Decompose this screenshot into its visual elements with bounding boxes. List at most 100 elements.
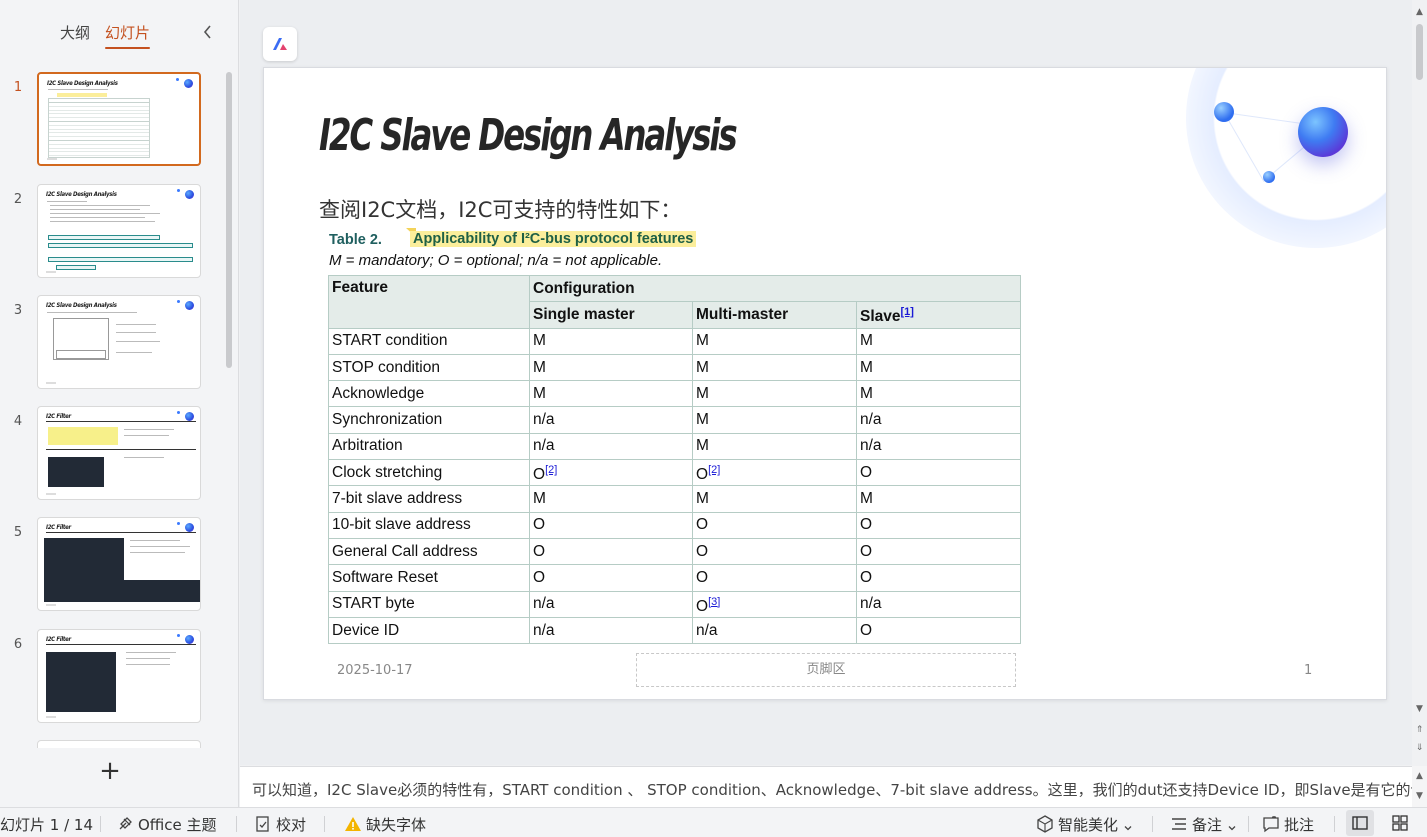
multi-master-cell-value: M [696,490,709,508]
slide-subtitle[interactable]: 查阅I2C文档，I2C可支持的特性如下： [319,194,681,224]
decor-ball-icon [184,79,193,88]
thumb-timing-bar [48,257,193,262]
slide-thumbnail-4[interactable]: 4 I2C Filter [0,406,224,500]
slave-cell: M [856,353,1021,382]
thumbnail-preview[interactable]: I2C Filter [37,517,201,611]
comments-label: 批注 [1284,816,1315,834]
theme-button[interactable]: Office 主题 [116,814,217,835]
panel-scrollbar[interactable] [226,72,232,368]
notes-scrollbar[interactable]: ▲ ▼ [1412,766,1427,807]
notes-text[interactable]: 可以知道，I2C Slave必须的特性有，START condition 、 S… [252,779,1412,801]
footnote-link[interactable]: [2] [708,464,720,476]
decor-ball-icon [185,301,194,310]
thumb-footer [46,716,56,718]
vertical-scrollbar[interactable]: ▲ ▼ ⇑ ⇓ [1412,0,1427,765]
prev-slide-icon[interactable]: ⇑ [1415,726,1424,735]
feature-cell: START byte [328,590,530,618]
slide-page-number[interactable]: 1 [1304,663,1312,678]
divider [100,816,101,832]
thumbnail-preview[interactable] [37,740,201,748]
missing-fonts-button[interactable]: 缺失字体 [344,814,426,835]
slide-number: 5 [13,525,23,540]
multi-master-cell-value: M [696,332,709,350]
decor-ball-icon [185,412,194,421]
slide-thumbnail-2[interactable]: 2 I2C Slave Design Analysis [0,184,224,278]
scroll-down-icon[interactable]: ▼ [1415,792,1424,801]
beautify-button[interactable]: 智能美化 [1036,814,1137,835]
multi-master-cell: O[3] [692,590,857,618]
feature-cell: Software Reset [328,564,530,592]
slide-footer-date[interactable]: 2025-10-17 [337,663,413,678]
multi-master-cell: M [692,353,857,382]
single-master-cell: n/a [529,616,693,645]
slave-cell-value: O [860,621,873,639]
footnote-link[interactable]: [1] [901,306,914,318]
footnote-link[interactable]: [2] [545,464,557,476]
slide-title[interactable]: I2C Slave Design Analysis [319,110,738,161]
missing-fonts-label: 缺失字体 [366,816,427,834]
decor-ball-icon [1214,102,1234,122]
tab-slides[interactable]: 幻灯片 [105,22,151,49]
feature-cell-value: STOP condition [332,358,440,376]
divider [1334,816,1335,832]
ai-assistant-button[interactable] [263,27,297,61]
scroll-down-icon[interactable]: ▼ [1415,705,1424,714]
feature-cell-value: Software Reset [332,568,438,586]
next-slide-icon[interactable]: ⇓ [1415,744,1424,753]
thumb-table [48,98,150,158]
thumbnail-preview[interactable]: I2C Filter [37,629,201,723]
decor-dot-icon [177,634,180,637]
slide-number: 1 [13,80,23,95]
feature-cell-value: 7-bit slave address [332,490,463,508]
decor-dot-icon [176,78,179,81]
thumb-timing-bar [48,243,193,248]
grid-view-icon [1392,815,1408,831]
proofread-button[interactable]: 校对 [254,814,306,835]
scroll-up-icon[interactable]: ▲ [1415,8,1424,17]
slide-thumbnail-6[interactable]: 6 I2C Filter [0,629,224,723]
thumbnail-preview[interactable]: I2C Slave Design Analysis [37,184,201,278]
slave-cell-value: O [860,568,873,586]
header-feature: Feature [328,275,530,329]
thumb-text-line [50,217,145,218]
thumb-text-line [124,457,164,458]
slide-indicator[interactable]: 幻灯片 1 / 14 [0,814,93,835]
theme-label: Office 主题 [138,816,217,834]
grid-view-button[interactable] [1386,810,1414,836]
normal-view-button[interactable] [1346,810,1374,836]
thumb-text-line [116,324,156,325]
comment-icon [1263,816,1279,833]
slave-cell: O [856,564,1021,592]
multi-master-cell-value: M [696,411,709,429]
slave-cell: n/a [856,590,1021,618]
comments-button[interactable]: 批注 [1262,814,1314,835]
decor-ball-icon [185,523,194,532]
feature-cell: Device ID [328,616,530,645]
theme-icon [119,817,132,830]
tab-outline[interactable]: 大纲 [60,22,90,43]
thumb-text-line [50,209,140,210]
feature-cell: Arbitration [328,432,530,461]
feature-cell-value: START condition [332,332,448,350]
thumb-text-line [50,221,155,222]
scrollbar-thumb[interactable] [1416,24,1423,80]
notes-toggle-button[interactable]: 备注 [1170,814,1241,835]
slide-footer-placeholder[interactable]: 页脚区 [636,653,1016,687]
scroll-up-icon[interactable]: ▲ [1415,772,1424,781]
divider [1152,816,1153,832]
single-master-cell: M [529,485,693,513]
thumbnail-preview[interactable]: I2C Slave Design Analysis [37,295,201,389]
thumbnail-preview[interactable]: I2C Filter [37,406,201,500]
speaker-notes[interactable]: 可以知道，I2C Slave必须的特性有，START condition 、 S… [240,766,1412,807]
slide-thumbnail-3[interactable]: 3 I2C Slave Design Analysis [0,295,224,389]
thumbnail-title: I2C Filter [46,413,71,420]
thumbnail-preview[interactable]: I2C Slave Design Analysis [37,72,201,166]
slide-canvas[interactable]: I2C Slave Design Analysis 查阅I2C文档，I2C可支持… [263,67,1387,700]
slide-thumbnail-1[interactable]: 1 I2C Slave Design Analysis [0,72,224,166]
footnote-link[interactable]: [3] [708,596,720,608]
add-slide-button[interactable]: + [98,758,122,784]
slide-thumbnail-7[interactable] [0,740,224,748]
feature-table-figure[interactable]: Table 2. Applicability of I²C-bus protoc… [326,228,1026,648]
chevron-left-icon[interactable] [200,22,216,42]
slide-thumbnail-5[interactable]: 5 I2C Filter [0,517,224,611]
